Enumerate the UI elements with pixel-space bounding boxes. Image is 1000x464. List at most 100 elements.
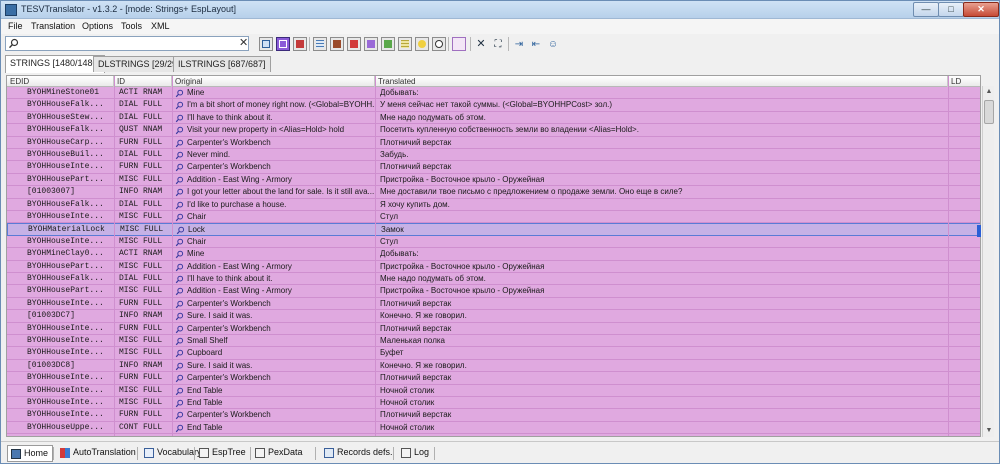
table-row[interactable]: BYOHHouseFalk... DIAL FULL I'm a bit short… [7, 99, 980, 112]
row-search-icon[interactable] [175, 285, 185, 297]
row-search-icon[interactable] [175, 174, 185, 186]
tab-ilstrings[interactable]: ILSTRINGS [687/687] [173, 56, 271, 72]
column-original[interactable]: Original [172, 76, 375, 87]
cell-translated[interactable]: Плотничий верстак [380, 372, 950, 384]
table-row[interactable]: BYOHMineClay0... ACTI RNAM Mine Добывать: [7, 248, 980, 261]
cell-translated[interactable]: Ночной столик [380, 385, 950, 397]
cell-translated[interactable]: Плотничий верстак [380, 137, 950, 149]
row-search-icon[interactable] [175, 422, 185, 434]
table-row[interactable]: BYOHHouseFalk... DIAL FULL I'll have to th… [7, 273, 980, 286]
table-row[interactable]: BYOHMineStone01 ACTI RNAM Mine Добывать: [7, 87, 980, 100]
row-search-icon[interactable] [175, 310, 185, 322]
row-search-icon[interactable] [175, 236, 185, 248]
row-search-icon[interactable] [175, 112, 185, 124]
import-icon[interactable]: ⇤ [529, 37, 543, 51]
table-row[interactable]: BYOHHousePart... MISC FULL Addition - East… [7, 260, 980, 273]
cell-translated[interactable]: Стул [380, 211, 950, 223]
row-search-icon[interactable] [175, 186, 185, 198]
cell-translated[interactable]: Добывать: [380, 87, 950, 99]
tab-esptree[interactable]: EspTree [196, 445, 250, 462]
menu-tools[interactable]: Tools [121, 21, 142, 31]
row-search-icon[interactable] [175, 372, 185, 384]
table-row[interactable]: BYOHHouseInte... MISC FULL Chair Стул [7, 211, 980, 224]
cell-translated[interactable]: Мне надо подумать об этом. [380, 112, 950, 124]
color-yellow-icon[interactable] [398, 37, 412, 51]
row-search-icon[interactable] [175, 360, 185, 372]
table-row[interactable]: BYOHHouseInte... MISC FULL End Table Ночной… [7, 397, 980, 410]
row-search-icon[interactable] [175, 397, 185, 409]
menu-xml[interactable]: XML [151, 21, 170, 31]
cell-translated[interactable]: Конечно. Я же говорил. [380, 360, 950, 372]
menu-translation[interactable]: Translation [31, 21, 75, 31]
row-search-icon[interactable] [175, 273, 185, 285]
tab-pexdata[interactable]: PexData [252, 445, 307, 462]
cell-translated[interactable]: Маленькая полка [380, 335, 950, 347]
user-icon[interactable]: ☺ [546, 37, 560, 51]
color-purple-icon[interactable] [364, 37, 378, 51]
menu-file[interactable]: File [8, 21, 23, 31]
cell-translated[interactable]: Плотничий верстак [380, 409, 950, 421]
cell-translated[interactable]: Конечно. Я же говорил. [380, 310, 950, 322]
column-translated[interactable]: Translated [375, 76, 948, 87]
cell-translated[interactable]: Плотничий верстак [380, 298, 950, 310]
table-row[interactable]: BYOHHouseUppe... CONT FULL End Table Ночной… [7, 421, 980, 435]
table-row[interactable]: BYOHHousePart... MISC FULL Addition - East… [7, 173, 980, 187]
table-row[interactable]: [01003007] INFO RNAM I got your letter abo… [7, 186, 980, 199]
row-search-icon[interactable] [175, 99, 185, 111]
row-search-icon[interactable] [175, 149, 185, 161]
search-input[interactable] [21, 38, 231, 49]
table-row[interactable]: BYOHHouseInte... FURN FULL Carpenter's Wor… [7, 322, 980, 335]
column-id[interactable]: ID [114, 76, 172, 87]
color-green-icon[interactable] [381, 37, 395, 51]
tab-autotranslation[interactable]: AutoTranslation [57, 445, 140, 462]
table-row[interactable]: BYOHHouseInte... MISC FULL End Table Ночной… [7, 384, 980, 397]
tab-home[interactable]: Home [7, 445, 54, 462]
table-row[interactable]: BYOHHouseInte... FURN FULL Carpenter's Wor… [7, 409, 980, 422]
table-row[interactable]: BYOHHouseInte... MISC FULL Cupboard Буфет [7, 347, 980, 360]
scroll-thumb[interactable] [984, 100, 994, 124]
minimize-button[interactable]: — [913, 2, 939, 17]
row-search-icon[interactable] [175, 87, 185, 99]
cell-translated[interactable]: Пристройка - Восточное крыло - Оружейная [380, 261, 950, 273]
cell-translated[interactable]: Я хочу купить дом. [380, 199, 950, 211]
row-search-icon[interactable] [175, 248, 185, 260]
row-search-icon[interactable] [175, 137, 185, 149]
find-icon[interactable] [432, 37, 446, 51]
row-search-icon[interactable] [175, 261, 185, 273]
cell-translated[interactable]: Мне надо подумать об этом. [380, 273, 950, 285]
row-search-icon[interactable] [175, 124, 185, 136]
vertical-scrollbar[interactable]: ▲ ▼ [982, 86, 994, 437]
row-search-icon[interactable] [175, 161, 185, 173]
row-search-icon[interactable] [175, 385, 185, 397]
row-search-icon[interactable] [176, 224, 186, 236]
tab-log[interactable]: Log [398, 445, 433, 462]
table-row[interactable]: BYOHHouseInte... FURN FULL Carpenter's Wor… [7, 297, 980, 311]
table-row[interactable]: [01003DC7] INFO RNAM Sure. I said it was. К… [7, 310, 980, 323]
cell-translated[interactable]: Пристройка - Восточное крыло - Оружейная [380, 285, 950, 297]
row-search-icon[interactable] [175, 335, 185, 347]
table-row[interactable]: BYOHHouseInte... MISC FULL Chair Стул [7, 235, 980, 249]
row-search-icon[interactable] [175, 409, 185, 421]
tab-strings[interactable]: STRINGS [1480/1480] [5, 55, 106, 73]
column-ld[interactable]: LD [948, 76, 980, 87]
table-row[interactable]: BYOHHouseCarp... FURN FULL Carpenter's Wor… [7, 136, 980, 149]
table-row[interactable]: BYOHHousePart... MISC FULL Addition - East… [7, 285, 980, 298]
table-row[interactable]: [01003DC8] INFO RNAM Sure. I said it was. К… [7, 359, 980, 373]
table-row[interactable]: BYOHHouseInte... FURN FULL Carpenter's Wor… [7, 372, 980, 385]
scroll-up-icon[interactable]: ▲ [983, 86, 995, 98]
close-button[interactable]: ✕ [963, 2, 999, 17]
cell-translated[interactable]: Ночной столик [380, 422, 950, 434]
purple-filter-icon[interactable] [276, 37, 290, 51]
table-row[interactable]: BYOHHouseFalk... DIAL FULL I'd like to pur… [7, 198, 980, 211]
table-row[interactable]: BYOHHouseInte... FURN FULL Carpenter's Wor… [7, 161, 980, 174]
color-red-icon[interactable] [347, 37, 361, 51]
export-icon[interactable]: ⇥ [512, 37, 526, 51]
row-search-icon[interactable] [175, 199, 185, 211]
row-search-icon[interactable] [175, 211, 185, 223]
red-filter-icon[interactable] [293, 37, 307, 51]
cell-translated[interactable]: Забудь. [380, 149, 950, 161]
cell-translated[interactable]: Добывать: [380, 248, 950, 260]
row-search-icon[interactable] [175, 347, 185, 359]
cell-translated[interactable]: Замок [381, 224, 951, 236]
table-row[interactable]: BYOHHouseBuil... DIAL FULL Never mind. Забу… [7, 149, 980, 162]
